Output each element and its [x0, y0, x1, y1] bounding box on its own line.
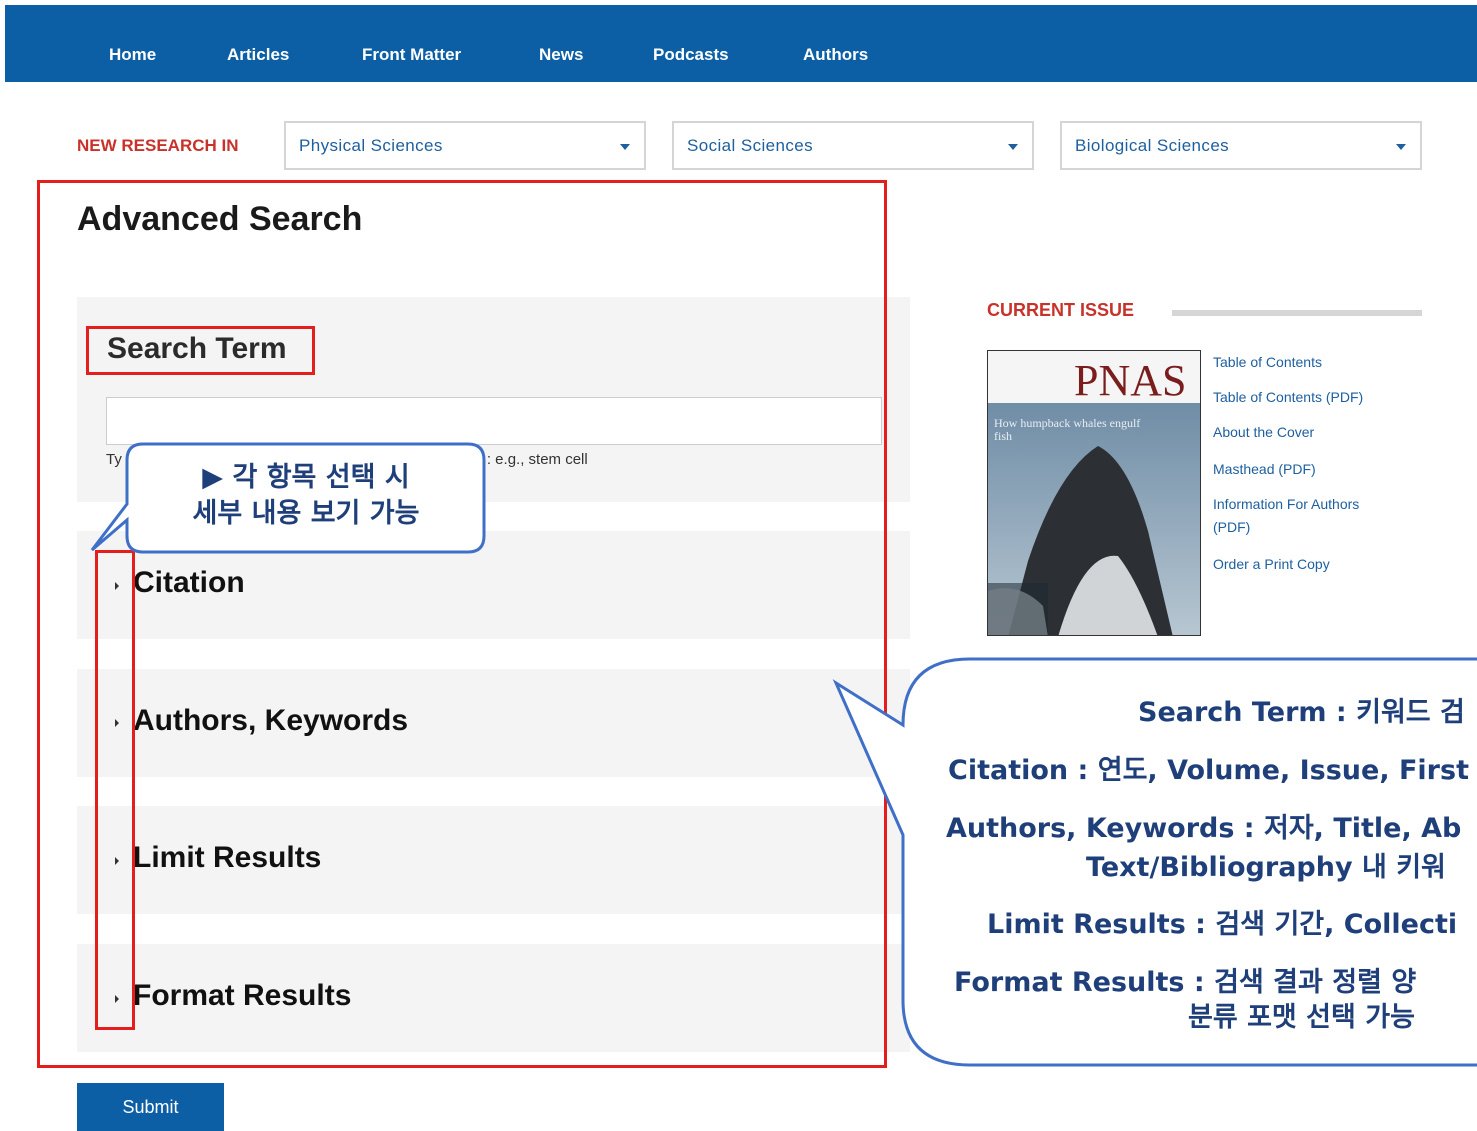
link-information-for-authors[interactable]: Information For Authors [1213, 496, 1359, 512]
social-sciences-select[interactable]: Social Sciences [672, 121, 1034, 170]
select-value: Physical Sciences [299, 136, 443, 155]
small-callout-text: ▶ 각 항목 선택 시 세부 내용 보기 가능 [127, 460, 485, 532]
cover-title: PNAS [1074, 356, 1187, 405]
nav-home[interactable]: Home [109, 45, 156, 65]
highlight-box-arrows [95, 550, 135, 1030]
link-order-print-copy[interactable]: Order a Print Copy [1213, 556, 1330, 572]
caret-down-icon [620, 144, 630, 150]
callout-line: Search Term : 키워드 검 [1138, 697, 1465, 728]
select-value: Biological Sciences [1075, 136, 1230, 155]
link-about-the-cover[interactable]: About the Cover [1213, 424, 1314, 440]
physical-sciences-select[interactable]: Physical Sciences [284, 121, 646, 170]
caret-down-icon [1396, 144, 1406, 150]
link-masthead-pdf[interactable]: Masthead (PDF) [1213, 461, 1316, 477]
nav-podcasts[interactable]: Podcasts [653, 45, 729, 65]
nav-authors[interactable]: Authors [803, 45, 868, 65]
callout-line: Citation : 연도, Volume, Issue, First [948, 755, 1469, 786]
nav-articles[interactable]: Articles [227, 45, 289, 65]
submit-button[interactable]: Submit [77, 1083, 224, 1131]
select-value: Social Sciences [687, 136, 814, 155]
callout-line: 분류 포맷 선택 가능 [1188, 1002, 1415, 1033]
link-information-for-authors-pdf[interactable]: (PDF) [1213, 519, 1250, 535]
cover-caption: How humpback whales engulf fish [994, 416, 1141, 443]
top-nav-bar: Home Articles Front Matter News Podcasts… [5, 5, 1477, 82]
callout-line: Limit Results : 검색 기간, Collecti [987, 909, 1458, 940]
callout-line: 세부 내용 보기 가능 [192, 498, 420, 529]
highlight-box-form [37, 180, 887, 1068]
big-callout-text: Search Term : 키워드 검 Citation : 연도, Volum… [940, 690, 1477, 1070]
highlight-box-search-term [86, 326, 315, 375]
biological-sciences-select[interactable]: Biological Sciences [1060, 121, 1422, 170]
link-table-of-contents[interactable]: Table of Contents [1213, 354, 1322, 370]
new-research-label: NEW RESEARCH IN [77, 136, 239, 155]
callout-line: Text/Bibliography 내 키워 [1086, 852, 1446, 883]
callout-line: ▶ 각 항목 선택 시 [202, 462, 410, 493]
link-table-of-contents-pdf[interactable]: Table of Contents (PDF) [1213, 389, 1363, 405]
nav-front-matter[interactable]: Front Matter [362, 45, 461, 65]
issue-cover-image[interactable]: PNAS How humpback whales engulf fish [987, 350, 1201, 636]
nav-news[interactable]: News [539, 45, 583, 65]
caret-down-icon [1008, 144, 1018, 150]
callout-line: Authors, Keywords : 저자, Title, Ab [946, 813, 1462, 844]
divider [1172, 310, 1422, 316]
callout-line: Format Results : 검색 결과 정렬 양 [954, 967, 1417, 998]
current-issue-heading: CURRENT ISSUE [987, 300, 1135, 320]
